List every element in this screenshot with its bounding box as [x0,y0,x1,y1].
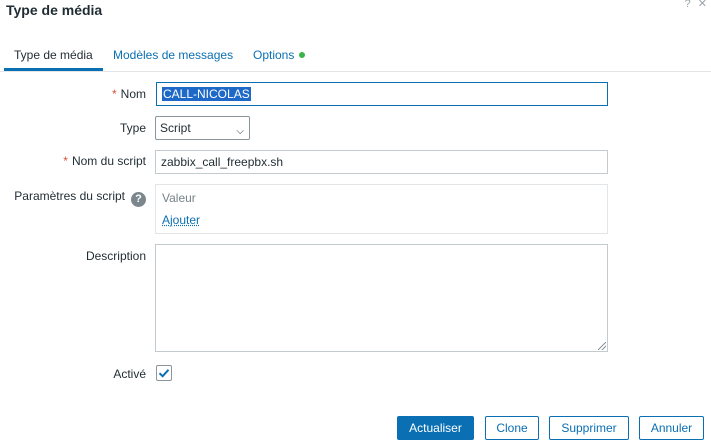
required-marker: * [63,154,68,168]
options-status-dot [299,52,306,58]
script-params-table: Valeur Ajouter [155,184,608,234]
resize-grip-icon[interactable] [598,342,606,350]
script-name-input[interactable]: zabbix_call_freepbx.sh [155,150,608,174]
type-label: Type [119,121,146,135]
cancel-button[interactable]: Annuler [639,416,704,440]
dialog-header-icons: ? ✕ [678,0,707,10]
name-label: * Nom [111,87,146,101]
tab-divider [0,71,711,72]
tab-bar: Type de média Modèles de messages Option… [4,44,711,71]
description-label: Description [85,249,146,263]
description-textarea[interactable] [155,244,608,352]
enabled-label: Activé [113,367,146,381]
script-name-label: * Nom du script [63,154,146,168]
script-name-value: zabbix_call_freepbx.sh [161,155,284,169]
chevron-down-icon: ⌵ [236,126,244,137]
name-input[interactable]: CALL-NICOLAS [156,82,608,106]
help-icon[interactable]: ? [685,0,691,10]
required-marker: * [111,87,117,101]
clone-button[interactable]: Clone [485,416,539,440]
delete-button[interactable]: Supprimer [549,416,629,440]
enabled-checkbox[interactable] [156,365,172,381]
dialog-title: Type de média [6,2,103,18]
help-icon[interactable]: ? [131,192,146,207]
update-button[interactable]: Actualiser [397,416,474,440]
close-icon[interactable]: ✕ [698,0,707,10]
type-select-value: Script [160,121,191,135]
params-column-header: Valeur [162,191,196,205]
add-param-link[interactable]: Ajouter [162,213,200,227]
tab-media-type[interactable]: Type de média [4,44,103,71]
script-params-label: Paramètres du script? [14,189,146,207]
tab-options[interactable]: Options [253,44,306,71]
tab-message-templates[interactable]: Modèles de messages [113,44,233,71]
checkmark-icon [158,369,170,378]
type-select[interactable]: Script ⌵ [155,116,250,140]
name-input-value: CALL-NICOLAS [162,87,251,101]
